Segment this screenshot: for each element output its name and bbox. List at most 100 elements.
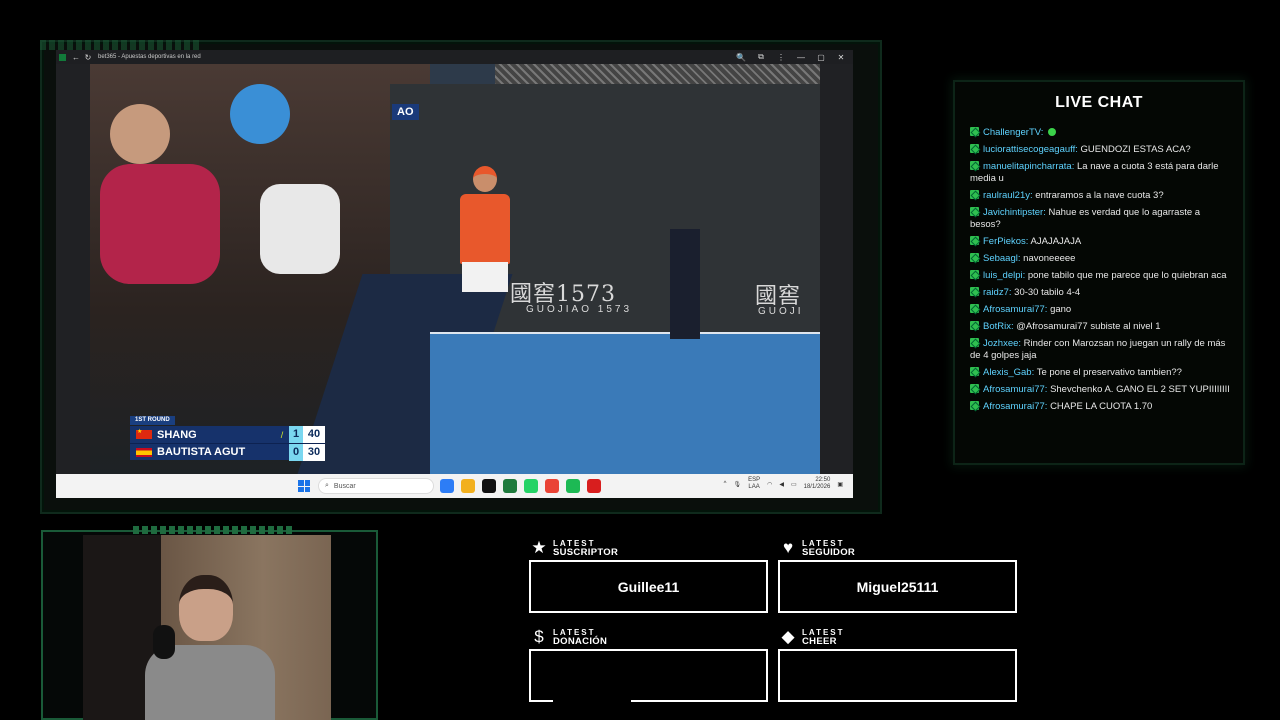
kick-badge-icon xyxy=(970,161,979,170)
taskbar-search[interactable]: ⌕ Buscar xyxy=(318,478,434,494)
chat-message: manuelitapincharrata: La nave a cuota 3 … xyxy=(970,161,1232,185)
court-fence xyxy=(495,64,820,86)
language-indicator[interactable]: ESP LAA xyxy=(748,477,760,491)
chat-username[interactable]: Jozhxee: xyxy=(983,338,1021,349)
chat-message: Afrosamurai77: gano xyxy=(970,304,1232,316)
chat-username[interactable]: Javichintipster: xyxy=(983,207,1046,218)
points-score: 30 xyxy=(303,443,325,461)
kick-badge-icon xyxy=(970,287,979,296)
sets-score: 1 xyxy=(289,426,303,443)
chat-message: BotRix: @Afrosamurai77 subiste al nivel … xyxy=(970,321,1232,333)
battery-icon[interactable]: ▭ xyxy=(791,481,797,488)
taskbar-app-icon[interactable] xyxy=(587,479,601,493)
microphone-icon[interactable]: 🎙 xyxy=(733,481,741,488)
latest-donation-widget: $ LATEST DONACIÓN xyxy=(529,627,769,702)
alert-labels: LATEST DONACIÓN xyxy=(553,628,607,646)
alert-header: $ LATEST DONACIÓN xyxy=(529,627,769,647)
chat-username[interactable]: raulraul21y: xyxy=(983,190,1033,201)
scoreboard: 1ST ROUND SHANG / 1 40 BAUTISTA AGUT 0 3… xyxy=(130,408,325,461)
kick-badge-icon xyxy=(970,190,979,199)
browser-titlebar: ← ↻ bet365 - Apuestas deportivas en la r… xyxy=(56,50,853,64)
chat-username[interactable]: raidz7: xyxy=(983,287,1012,298)
minimize-icon[interactable]: — xyxy=(795,50,807,64)
kick-badge-icon xyxy=(970,270,979,279)
zoom-icon[interactable]: 🔍 xyxy=(735,50,747,64)
player-name: BAUTISTA AGUT xyxy=(157,446,246,458)
chat-username[interactable]: Sebaagl: xyxy=(983,253,1021,264)
tennis-player xyxy=(460,194,510,264)
clock[interactable]: 22:50 18/1/2026 xyxy=(804,477,831,491)
chat-username[interactable]: manuelitapincharrata: xyxy=(983,161,1074,172)
taskbar-app-icon[interactable] xyxy=(524,479,538,493)
spectator xyxy=(100,164,220,284)
emote-icon xyxy=(1048,128,1057,136)
chat-username[interactable]: ChallengerTV: xyxy=(983,127,1043,138)
spectator xyxy=(260,184,340,274)
tennis-court xyxy=(430,334,820,474)
extensions-icon[interactable]: ⧉ xyxy=(755,50,767,64)
chat-text: Te pone el preservativo tambien?? xyxy=(1036,367,1182,378)
taskbar-app-icon[interactable] xyxy=(545,479,559,493)
chat-username[interactable]: Alexis_Gab: xyxy=(983,367,1034,378)
latest-subscriber-widget: ★ LATEST SUSCRIPTOR Guillee11 xyxy=(529,538,769,613)
spectator xyxy=(110,104,170,164)
kick-badge-icon xyxy=(970,236,979,245)
tennis-video-player[interactable]: AO 國窖1573 GUOJIAO 1573 國窖 GUOJI 1ST ROUN… xyxy=(90,64,820,474)
alert-label-big: SEGUIDOR xyxy=(802,547,856,558)
chevron-up-icon[interactable]: ^ xyxy=(724,481,727,487)
live-chat-panel: LIVE CHAT ChallengerTV: luciorattisecoge… xyxy=(953,80,1245,465)
taskbar-app-icon[interactable] xyxy=(482,479,496,493)
chat-message: raulraul21y: entraramos a la nave cuota … xyxy=(970,190,1232,202)
chat-username[interactable]: luciorattisecogeagauff: xyxy=(983,144,1078,155)
kick-badge-icon xyxy=(970,207,979,216)
taskbar-app-icon[interactable] xyxy=(440,479,454,493)
webcam-feed xyxy=(83,535,331,720)
chat-message: Afrosamurai77: Shevchenko A. GANO EL 2 S… xyxy=(970,384,1232,396)
sponsor-subtitle-2: GUOJI xyxy=(758,306,804,317)
chat-message: luciorattisecogeagauff: GUENDOZI ESTAS A… xyxy=(970,144,1232,156)
taskbar-app-icon[interactable] xyxy=(566,479,580,493)
chat-username[interactable]: BotRix: xyxy=(983,321,1014,332)
refresh-icon[interactable]: ↻ xyxy=(82,50,94,64)
score-row: SHANG / 1 40 xyxy=(130,426,325,443)
notification-icon[interactable]: ▣ xyxy=(837,481,843,488)
back-icon[interactable]: ← xyxy=(70,50,82,64)
chat-username[interactable]: Afrosamurai77: xyxy=(983,401,1047,412)
close-icon[interactable]: ✕ xyxy=(835,50,847,64)
alert-header: ★ LATEST SUSCRIPTOR xyxy=(529,538,769,558)
diamond-icon: ◆ xyxy=(781,627,795,646)
chat-username[interactable]: Afrosamurai77: xyxy=(983,384,1047,395)
windows-start-icon[interactable] xyxy=(298,480,310,492)
volume-icon[interactable]: ◀ xyxy=(779,481,784,488)
kick-badge-icon xyxy=(970,384,979,393)
microphone xyxy=(153,625,175,659)
player-head xyxy=(473,166,497,192)
chat-text: entraramos a la nave cuota 3? xyxy=(1035,190,1164,201)
chat-message: Javichintipster: Nahue es verdad que lo … xyxy=(970,207,1232,231)
taskbar-app-icon[interactable] xyxy=(503,479,517,493)
spain-flag-icon xyxy=(136,447,152,457)
chat-message: luis_delpi: pone tabilo que me parece qu… xyxy=(970,270,1232,282)
search-icon: ⌕ xyxy=(325,482,329,489)
chat-message: Alexis_Gab: Te pone el preservativo tamb… xyxy=(970,367,1232,379)
menu-icon[interactable]: ⋮ xyxy=(775,50,787,64)
chat-username[interactable]: Afrosamurai77: xyxy=(983,304,1047,315)
ao-logo: AO xyxy=(392,104,419,120)
sponsor-subtitle: GUOJIAO 1573 xyxy=(526,304,633,315)
chat-message: Afrosamurai77: CHAPE LA CUOTA 1.70 xyxy=(970,401,1232,413)
chat-text: navoneeeee xyxy=(1023,253,1076,264)
chat-username[interactable]: FerPiekos: xyxy=(983,236,1028,247)
alert-label-big: CHEER xyxy=(802,636,837,647)
spectator xyxy=(230,84,290,144)
chat-title: LIVE CHAT xyxy=(1055,94,1143,111)
latest-follower-widget: ♥ LATEST SEGUIDOR Miguel25111 xyxy=(778,538,1018,613)
alert-labels: LATEST SEGUIDOR xyxy=(802,539,855,557)
taskbar-app-icon[interactable] xyxy=(461,479,475,493)
chat-text: Shevchenko A. GANO EL 2 SET YUPIIIIIIII xyxy=(1050,384,1230,395)
search-placeholder: Buscar xyxy=(333,482,356,490)
chat-message: FerPiekos: AJAJAJAJA xyxy=(970,236,1232,248)
restore-icon[interactable]: ▢ xyxy=(815,50,827,64)
wifi-icon[interactable]: ◠ xyxy=(767,481,772,488)
chat-username[interactable]: luis_delpi: xyxy=(983,270,1025,281)
chat-text: 30-30 tabilo 4-4 xyxy=(1014,287,1081,298)
